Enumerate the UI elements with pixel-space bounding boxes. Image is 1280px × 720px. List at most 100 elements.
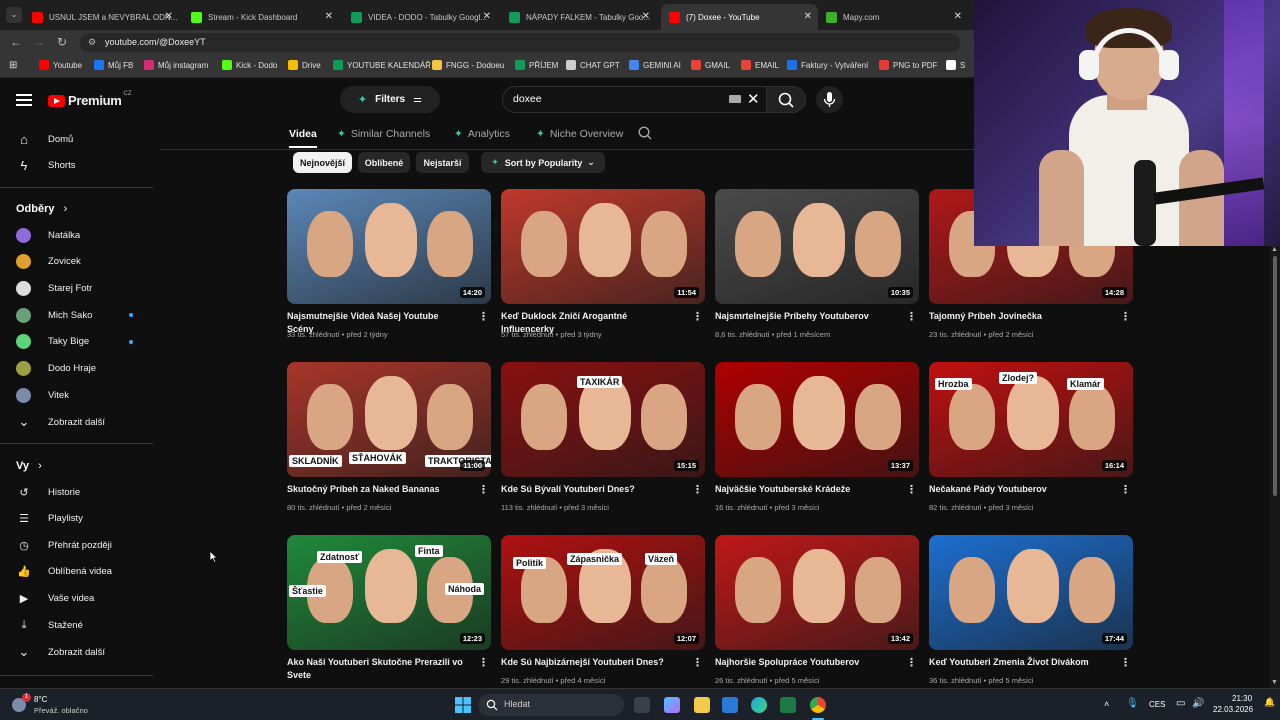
volume-icon[interactable]: 🔊 bbox=[1192, 698, 1204, 709]
more-options-icon[interactable]: ⋮ bbox=[692, 310, 703, 323]
forward-icon[interactable]: → bbox=[33, 35, 45, 49]
video-title[interactable]: Kde Sú Bývalí Youtuberi Dnes? bbox=[501, 483, 681, 496]
sidebar-item-clock[interactable]: ◷ Přehrát později bbox=[16, 536, 112, 554]
excel-icon[interactable] bbox=[780, 697, 796, 713]
browser-tab[interactable]: NÁPADY FALKEM - Tabulky Goo... ✕ bbox=[501, 4, 656, 30]
sidebar-item-download[interactable]: ⤓ Stažené bbox=[16, 616, 83, 634]
search-input[interactable]: doxee ✕ bbox=[502, 86, 767, 113]
browser-tab[interactable]: Mapy.com ✕ bbox=[818, 4, 968, 30]
browser-tab[interactable]: Stream - Kick Dashboard ✕ bbox=[183, 4, 339, 30]
chip-oldest[interactable]: Nejstarší bbox=[416, 152, 469, 173]
video-card[interactable]: 17:44 Keď Youtuberi Zmenia Život Divákom ⋮… bbox=[929, 535, 1133, 685]
more-options-icon[interactable]: ⋮ bbox=[906, 310, 917, 323]
taskbar-search[interactable]: Hledat bbox=[478, 694, 624, 716]
close-icon[interactable]: ✕ bbox=[954, 11, 962, 22]
clock-time[interactable]: 21:30 bbox=[1232, 694, 1252, 703]
video-card[interactable]: Zdatnosť Finta Šťastie Náhoda 12:23 Ako Naši … bbox=[287, 535, 491, 680]
close-icon[interactable]: ✕ bbox=[804, 11, 812, 22]
file-explorer-icon[interactable] bbox=[694, 697, 710, 713]
chip-newest[interactable]: Nejnovější bbox=[293, 152, 352, 173]
more-options-icon[interactable]: ⋮ bbox=[692, 656, 703, 669]
bookmark-item[interactable]: Youtube bbox=[39, 60, 82, 70]
bookmark-item[interactable]: S bbox=[946, 60, 965, 70]
sidebar-item-video[interactable]: ▶ Vaše videa bbox=[16, 589, 95, 607]
video-thumbnail[interactable]: Politik Zápasnička Väzeň 12:07 bbox=[501, 535, 705, 650]
sidebar-subscription[interactable]: Natálka bbox=[16, 226, 80, 244]
sidebar-item-thumbs-up[interactable]: 👍 Oblíbená videa bbox=[16, 563, 112, 581]
bookmark-item[interactable]: PŘÍJEM bbox=[515, 60, 558, 70]
filters-button[interactable]: ✦ Filters ⚌ bbox=[340, 86, 440, 113]
bookmark-item[interactable]: EMAIL bbox=[741, 60, 779, 70]
close-icon[interactable]: ✕ bbox=[642, 11, 650, 22]
browser-tab[interactable]: (7) Doxee - YouTube ✕ bbox=[661, 4, 818, 30]
video-thumbnail[interactable]: TAXIKÁR 15:15 bbox=[501, 362, 705, 477]
chip-popular[interactable]: Oblíbené bbox=[358, 152, 410, 173]
bookmark-item[interactable]: PNG to PDF bbox=[879, 60, 937, 70]
video-card[interactable]: Hrozba Zlodej? Klamár 16:14 Nečakané Pády Yo… bbox=[929, 362, 1133, 512]
bookmark-item[interactable]: YOUTUBE KALENDÁŘ bbox=[333, 60, 431, 70]
sidebar-subscription[interactable]: Starej Fotr bbox=[16, 279, 92, 297]
youtube-logo[interactable]: Premium CZ bbox=[48, 91, 132, 108]
more-options-icon[interactable]: ⋮ bbox=[906, 656, 917, 669]
video-thumbnail[interactable]: 13:42 bbox=[715, 535, 919, 650]
tab-niche-overview[interactable]: ✦ Niche Overview bbox=[536, 128, 623, 140]
sidebar-subscription[interactable]: Dodo Hraje bbox=[16, 360, 96, 378]
chevron-up-icon[interactable]: ˄ bbox=[1104, 699, 1109, 709]
video-thumbnail[interactable]: 14:20 bbox=[287, 189, 491, 304]
bookmark-item[interactable]: GMAIL bbox=[691, 60, 730, 70]
video-title[interactable]: Ako Naši Youtuberi Skutočne Prerazili vo… bbox=[287, 656, 467, 682]
bookmark-item[interactable]: Drive bbox=[288, 60, 321, 70]
bookmark-item[interactable]: Můj instagram bbox=[144, 60, 208, 70]
sidebar-subscription[interactable]: Mich Sako bbox=[16, 306, 92, 324]
close-icon[interactable]: ✕ bbox=[325, 11, 333, 22]
more-options-icon[interactable]: ⋮ bbox=[478, 656, 489, 669]
bookmark-item[interactable]: GEMINI AI bbox=[629, 60, 681, 70]
video-card[interactable]: Politik Zápasnička Väzeň 12:07 Kde Sú Najbiz… bbox=[501, 535, 705, 685]
chrome-icon[interactable] bbox=[810, 697, 826, 713]
sidebar-item-home[interactable]: ⌂ Domů bbox=[16, 130, 73, 148]
site-info-icon[interactable]: ⚙ bbox=[88, 33, 96, 52]
more-options-icon[interactable]: ⋮ bbox=[478, 483, 489, 496]
more-options-icon[interactable]: ⋮ bbox=[1120, 656, 1131, 669]
more-options-icon[interactable]: ⋮ bbox=[906, 483, 917, 496]
task-view-icon[interactable] bbox=[634, 697, 650, 713]
video-card[interactable]: SKLADNÍKSŤAHOVÁKTRAKTORISTA11:00Skutočný… bbox=[287, 362, 491, 512]
page-scrollbar[interactable] bbox=[1270, 246, 1280, 688]
close-icon[interactable]: ✕ bbox=[165, 11, 173, 22]
video-title[interactable]: Kde Sú Najbizárnejší Youtuberi Dnes? bbox=[501, 656, 681, 669]
video-title[interactable]: Tajomný Príbeh Jovinečka bbox=[929, 310, 1109, 323]
video-title[interactable]: Najhoršie Spolupráce Youtuberov bbox=[715, 656, 895, 669]
sidebar-item-history[interactable]: ↺ Historie bbox=[16, 483, 80, 501]
bookmark-item[interactable]: FNGG - Dodoeu bbox=[432, 60, 504, 70]
bookmark-item[interactable]: Kick - Dodo bbox=[222, 60, 277, 70]
video-title[interactable]: Keď Youtuberi Zmenia Život Divákom bbox=[929, 656, 1109, 669]
sidebar-subscription[interactable]: Taky Bige bbox=[16, 333, 89, 351]
scroll-down-icon[interactable]: ▼ bbox=[1271, 679, 1278, 686]
video-thumbnail[interactable]: SKLADNÍKSŤAHOVÁKTRAKTORISTA11:00 bbox=[287, 362, 491, 477]
outlook-icon[interactable] bbox=[722, 697, 738, 713]
tab-similar-channels[interactable]: ✦ Similar Channels bbox=[337, 128, 430, 140]
more-options-icon[interactable]: ⋮ bbox=[1120, 483, 1131, 496]
video-card[interactable]: 14:20 Najsmutnejšie Videá Našej Youtube S… bbox=[287, 189, 491, 339]
video-thumbnail[interactable]: 13:37 bbox=[715, 362, 919, 477]
video-card[interactable]: 13:37 Najväčšie Youtuberské Krádeže ⋮ 16 ti… bbox=[715, 362, 919, 512]
video-card[interactable]: 13:42 Najhoršie Spolupráce Youtuberov ⋮ 26 … bbox=[715, 535, 919, 685]
video-thumbnail[interactable]: 10:35 bbox=[715, 189, 919, 304]
subscriptions-heading[interactable]: Odběry › bbox=[16, 203, 67, 215]
more-options-icon[interactable]: ⋮ bbox=[692, 483, 703, 496]
tab-search-button[interactable]: ⌄ bbox=[6, 7, 22, 23]
video-thumbnail[interactable]: 11:54 bbox=[501, 189, 705, 304]
clear-icon[interactable]: ✕ bbox=[747, 87, 760, 112]
browser-tab[interactable]: VIDEA - DODO - Tabulky Googl... ✕ bbox=[343, 4, 497, 30]
search-button[interactable] bbox=[766, 86, 806, 113]
voice-search-button[interactable] bbox=[816, 86, 843, 113]
sidebar-subscription[interactable]: Zovicek bbox=[16, 253, 81, 271]
video-thumbnail[interactable]: Zdatnosť Finta Šťastie Náhoda 12:23 bbox=[287, 535, 491, 650]
apps-icon[interactable]: ⊞ bbox=[9, 60, 17, 71]
bookmark-item[interactable]: CHAT GPT bbox=[566, 60, 620, 70]
mic-tray-icon[interactable]: 🎙 bbox=[1126, 698, 1139, 709]
video-title[interactable]: Najsmrtelnejšie Príbehy Youtuberov bbox=[715, 310, 895, 323]
clock-date[interactable]: 22.03.2026 bbox=[1213, 705, 1253, 714]
sidebar-item-playlist[interactable]: ☰ Playlisty bbox=[16, 510, 83, 528]
browser-tab[interactable]: USNUL JSEM a NEVYBRAL ODN... ✕ bbox=[24, 4, 179, 30]
